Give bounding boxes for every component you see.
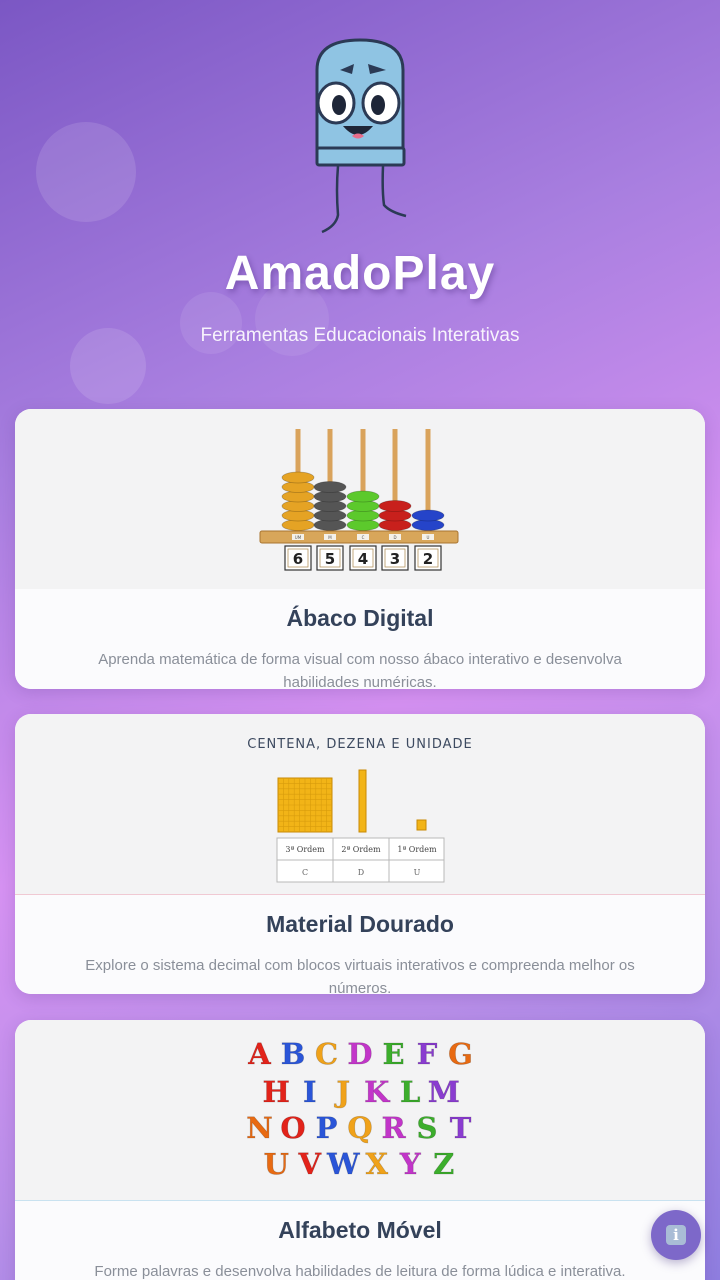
movable-letters-icon: A B C D E F G H I J K L M N O P Q R S T U V W X Y Z xyxy=(246,1037,473,1182)
info-icon: i xyxy=(666,1225,686,1245)
alphabet-letter: Q xyxy=(347,1111,372,1145)
abacus-digit: 5 xyxy=(325,550,335,568)
place-letter: D xyxy=(358,868,364,877)
alphabet-letter: F xyxy=(417,1037,438,1071)
base-ten-blocks-icon: CENTENA, DEZENA E UNIDADE 3ª Ordem 2ª Or… xyxy=(247,737,472,883)
alphabet-letter: C xyxy=(315,1037,338,1071)
abacus-bead xyxy=(346,490,380,503)
alphabet-illustration: ABCDEFG HIJKLM NOPQRST UVWXYZ xyxy=(15,1020,705,1200)
rod-label: M xyxy=(328,535,332,540)
card-material-dourado[interactable]: CENTENA, DEZENA E UNIDADE 3ª Ordem 2ª Or… xyxy=(15,714,705,994)
alphabet-letter: O xyxy=(280,1111,305,1145)
app-title: AmadoPlay xyxy=(224,247,496,300)
centena-block-icon xyxy=(277,777,333,833)
alphabet-letter: H xyxy=(263,1075,290,1109)
app-subtitle: Ferramentas Educacionais Interativas xyxy=(200,325,520,346)
dezena-rod-icon xyxy=(358,769,367,833)
rod-label: UM xyxy=(295,535,302,540)
place-letter: C xyxy=(302,868,308,877)
card-abaco-digital[interactable]: UM 6 M 5 C 4 D 3 U 2 Ábaco Digital Aprenda matemá… xyxy=(15,409,705,689)
alphabet-letter: W xyxy=(326,1147,360,1181)
alphabet-letter: K xyxy=(364,1075,391,1109)
alphabet-letter: D xyxy=(347,1037,372,1071)
abacus-bead xyxy=(281,471,315,484)
place-value-table: 3ª Ordem 2ª Ordem 1ª Ordem C D U xyxy=(276,837,445,883)
alphabet-letter: X xyxy=(365,1147,388,1181)
card-title: Material Dourado xyxy=(266,911,454,937)
order-label: 2ª Ordem xyxy=(341,845,381,854)
alphabet-letter: U xyxy=(264,1147,289,1181)
card-body: Ábaco Digital Aprenda matemática de form… xyxy=(15,589,705,689)
alphabet-letter: L xyxy=(400,1075,420,1109)
card-body: Alfabeto Móvel Forme palavras e desenvol… xyxy=(15,1200,705,1280)
alphabet-letter: R xyxy=(381,1111,406,1145)
card-description: Explore o sistema decimal com blocos vir… xyxy=(85,957,635,994)
order-label: 1ª Ordem xyxy=(397,845,437,854)
abacus-bead xyxy=(378,500,412,512)
card-description: Forme palavras e desenvolva habilidades … xyxy=(94,1263,626,1280)
alphabet-letter: S xyxy=(417,1111,438,1145)
alphabet-letter: B xyxy=(281,1037,306,1071)
material-heading: CENTENA, DEZENA E UNIDADE xyxy=(247,737,472,752)
abacus-bead xyxy=(411,509,445,522)
alphabet-letter: T xyxy=(450,1111,472,1145)
mascot-logo-icon xyxy=(315,38,407,234)
order-label: 3ª Ordem xyxy=(285,845,325,854)
alphabet-letter: M xyxy=(428,1075,460,1109)
place-letter: U xyxy=(414,868,421,877)
alphabet-letter: P xyxy=(316,1111,338,1145)
info-button[interactable]: i xyxy=(651,1210,701,1260)
card-title: Alfabeto Móvel xyxy=(278,1217,442,1243)
abacus-icon: UM 6 M 5 C 4 D 3 U 2 xyxy=(259,429,459,571)
card-description: Aprenda matemática de forma visual com n… xyxy=(98,651,622,689)
abacus-digit: 6 xyxy=(293,550,303,568)
alphabet-letter: V xyxy=(297,1147,321,1181)
rod-label: U xyxy=(427,535,430,540)
alphabet-letter: G xyxy=(448,1037,473,1071)
unidade-cube-icon xyxy=(416,819,427,831)
card-body: Material Dourado Explore o sistema decim… xyxy=(15,894,705,994)
alphabet-letter: Z xyxy=(433,1147,454,1181)
card-alfabeto-movel[interactable]: ABCDEFG HIJKLM NOPQRST UVWXYZ Alfabeto Móve… xyxy=(15,1020,705,1280)
material-dourado-illustration: CENTENA, DEZENA E UNIDADE 3ª Ordem 2ª Or… xyxy=(15,714,705,894)
abacus-illustration: UM 6 M 5 C 4 D 3 U 2 xyxy=(15,409,705,589)
abacus-digit: 2 xyxy=(423,550,433,568)
alphabet-letter: Y xyxy=(399,1147,421,1181)
alphabet-letter: I xyxy=(303,1075,317,1109)
card-title: Ábaco Digital xyxy=(286,605,434,631)
rod-label: D xyxy=(393,535,396,540)
rod-label: C xyxy=(362,535,365,540)
alphabet-letter: E xyxy=(382,1037,404,1071)
alphabet-letter: A xyxy=(247,1037,271,1071)
abacus-digit: 3 xyxy=(390,550,400,568)
alphabet-letter: J xyxy=(333,1075,350,1109)
abacus-bead xyxy=(313,481,347,493)
alphabet-letter: N xyxy=(246,1111,273,1145)
abacus-digit: 4 xyxy=(358,550,368,568)
